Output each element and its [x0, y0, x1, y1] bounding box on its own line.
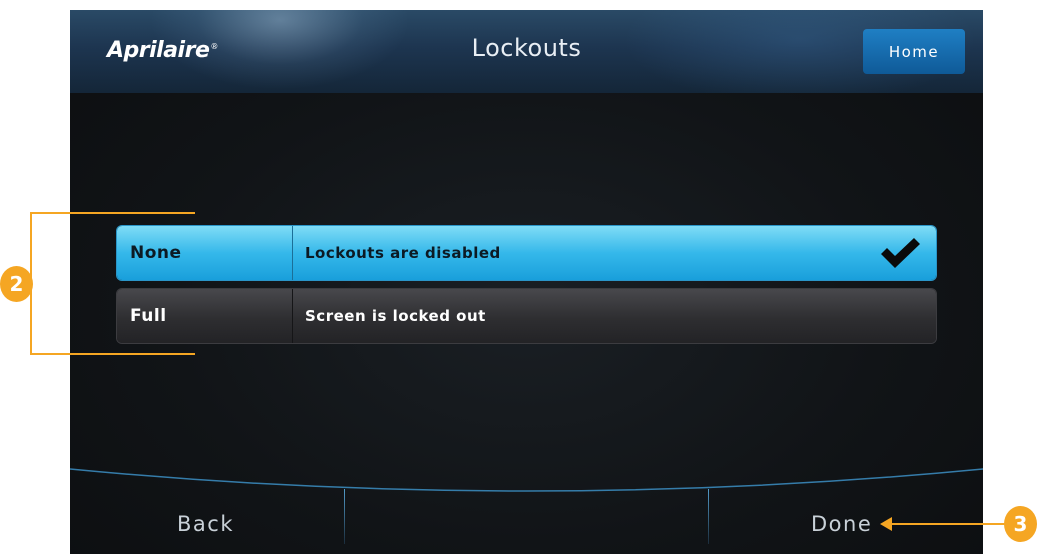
option-none-description: Lockouts are disabled: [305, 244, 501, 262]
stage: Aprilaire® Lockouts Home None Lockouts a…: [0, 0, 1041, 554]
back-button[interactable]: Back: [177, 512, 234, 536]
option-full-description: Screen is locked out: [305, 307, 486, 325]
option-none-row[interactable]: None Lockouts are disabled: [117, 226, 936, 280]
option-full-label: Full: [117, 289, 293, 343]
arrow-line: [890, 523, 1006, 525]
thermostat-screen: Aprilaire® Lockouts Home None Lockouts a…: [70, 10, 983, 554]
footer-arc-divider: [70, 468, 983, 492]
footer-bar: Back Done: [70, 465, 983, 554]
footer-divider-left: [344, 489, 345, 544]
option-none-label: None: [117, 226, 293, 280]
callout-badge-3: 3: [1004, 506, 1037, 542]
home-button[interactable]: Home: [863, 29, 965, 74]
footer-divider-right: [708, 489, 709, 544]
callout-badge-2: 2: [0, 266, 33, 302]
arrow-head-icon: [880, 517, 892, 531]
page-title: Lockouts: [471, 34, 582, 62]
option-full-row[interactable]: Full Screen is locked out: [117, 289, 936, 343]
bracket-top-line: [30, 212, 195, 214]
done-button[interactable]: Done: [811, 512, 872, 536]
bracket-bottom-line: [30, 353, 195, 355]
header-bar: Aprilaire® Lockouts Home: [70, 10, 983, 93]
checkmark-icon: [881, 238, 920, 268]
